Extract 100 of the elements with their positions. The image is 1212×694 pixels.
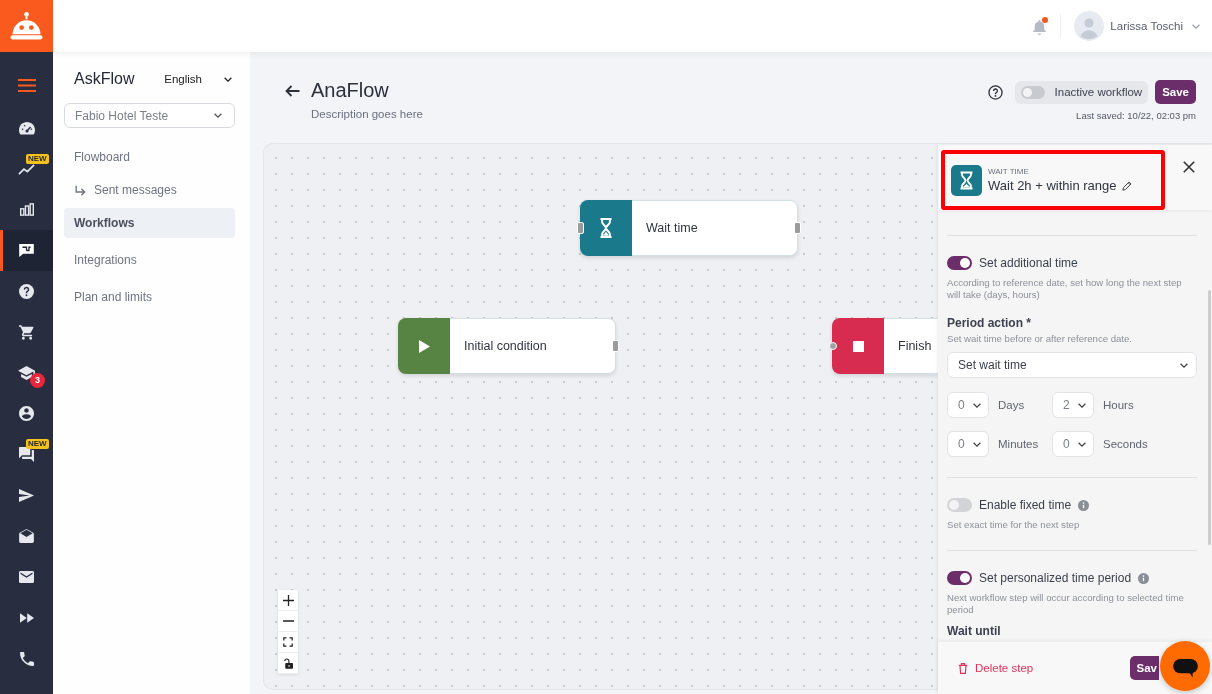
toggle-switch[interactable] [947,498,972,512]
robot-logo-icon [10,12,43,40]
back-arrow-icon[interactable] [285,85,300,97]
unit-label: Minutes [998,438,1039,450]
connection-handle[interactable] [829,342,837,350]
caret-down-icon [1180,362,1188,368]
flow-node[interactable]: Initial condition [398,318,616,374]
close-icon [1183,161,1195,173]
info-icon[interactable] [1078,499,1090,511]
connection-handle[interactable] [794,222,801,234]
zoom-in-button[interactable] [278,590,298,611]
info-icon[interactable] [1138,572,1150,584]
avatar-icon [1074,11,1105,41]
menu-icon [17,79,36,92]
fit-view-button[interactable] [278,632,298,653]
help-icon [19,284,34,300]
phone-icon [19,651,34,666]
field-label: Wait until [947,624,1002,638]
nav-item[interactable]: Sent messages [64,175,235,205]
number-select[interactable]: 2 [1052,392,1094,418]
nav-item[interactable]: Workflows [64,208,235,238]
zoom-out-button[interactable] [278,611,298,632]
open-envelope-icon [19,529,34,544]
mail-icon [19,571,34,584]
rail-nav-button[interactable]: NEW [0,434,53,476]
fit-screen-icon [283,637,293,647]
caret-down-icon [1192,23,1200,29]
caret-down-icon [973,441,981,447]
number-select[interactable]: 0 [947,392,989,418]
node-label: Wait time [646,221,698,235]
language-select[interactable]: English [164,73,235,85]
nav-item[interactable]: Integrations [64,245,235,275]
count-badge: 3 [30,372,45,388]
caret-down-icon [973,402,981,408]
hint-text: Set exact time for the next step [947,519,1081,531]
notifications-button[interactable] [1033,19,1047,35]
plus-icon [282,594,294,606]
caret-down-icon [214,113,222,118]
page-description: Description goes here [311,107,423,121]
pencil-icon[interactable] [1121,181,1132,191]
caret-down-icon [1078,402,1086,408]
unit-label: Days [998,399,1025,411]
toggle-label: Set personalized time period [979,571,1132,585]
rail-nav-button[interactable] [0,230,53,272]
step-type-label: WAIT TIME [988,167,1030,177]
rail-nav-button[interactable]: NEW [0,148,53,190]
speech-bubble-icon [1171,657,1199,678]
padlock-icon [283,657,293,669]
hourglass-icon [951,165,982,196]
save-button[interactable]: Save [1155,80,1196,104]
connection-handle[interactable] [612,340,619,352]
hint-text: Set wait time before or after reference date. [947,333,1134,345]
unit-label: Seconds [1103,438,1148,450]
delete-step-button[interactable]: Delete step [958,662,1034,674]
new-badge: NEW [26,153,49,164]
bar-chart-icon [19,203,34,217]
hourglass-icon [599,218,613,238]
nav-item[interactable]: Plan and limits [64,282,235,312]
save-step-button[interactable]: Sav [1129,656,1159,680]
number-select[interactable]: 0 [1052,431,1094,457]
toggle-switch[interactable] [947,571,972,585]
hint-text: According to reference date, set how long the next step will take (days, hours) [947,277,1183,301]
toggle-switch[interactable] [947,256,972,270]
scrollbar-thumb[interactable] [1208,290,1211,545]
dropdown-select[interactable]: Set wait time [947,352,1197,378]
step-title: Wait 2h + within range [988,178,1117,194]
workflow-status-toggle[interactable]: Inactive workflow [1014,80,1149,104]
flow-node[interactable]: Wait time [580,200,798,256]
node-label: Initial condition [464,339,547,353]
close-button[interactable] [1183,161,1195,173]
child-arrow-icon [75,184,86,196]
trend-line-icon [18,163,35,175]
lock-button[interactable] [278,653,298,674]
connection-handle[interactable] [577,222,584,234]
rail-nav-button[interactable]: 3 [0,352,53,394]
gauge-icon [18,121,35,135]
cart-icon [18,324,35,340]
minus-icon [282,620,294,622]
hint-text: Next workflow step will occur according to selected time period [947,592,1185,616]
account-select[interactable]: Fabio Hotel Teste [64,103,235,128]
chat-bubbles-icon [19,447,34,463]
fast-forward-icon [19,612,34,623]
page-title: AnaFlow [311,78,390,102]
trash-icon [958,662,968,674]
last-saved-text: Last saved: 10/22, 02:03 pm [1076,110,1196,121]
user-menu-button[interactable]: Larissa Toschi [1074,11,1200,41]
toggle-label: Enable fixed time [979,498,1072,512]
nav-item[interactable]: Flowboard [64,142,235,172]
field-label: Period action * [947,316,1033,330]
graduation-cap-icon [18,366,35,381]
node-label: Finish [898,339,932,353]
help-icon[interactable] [987,84,1003,100]
unit-label: Hours [1103,399,1134,411]
send-icon [19,489,34,503]
toggle-label: Set additional time [979,256,1078,270]
new-badge: NEW [26,439,49,450]
flow-node[interactable]: Finish [832,318,938,374]
bell-icon [1033,19,1047,35]
number-select[interactable]: 0 [947,431,989,457]
stop-icon [852,340,864,352]
